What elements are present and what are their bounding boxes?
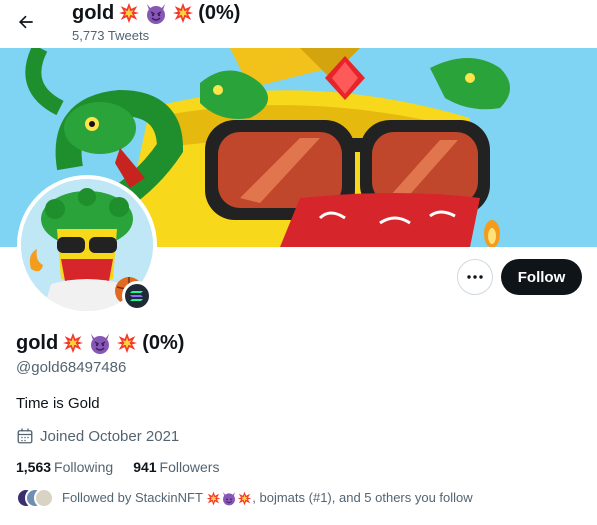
followed-by-text: Followed by StackinNFT , bojmats (#1), a…	[62, 490, 473, 507]
profile-name: gold (0%)	[16, 331, 184, 355]
following-label: Following	[54, 459, 114, 475]
more-options-button[interactable]	[457, 259, 493, 295]
joined-date: Joined October 2021	[16, 427, 179, 445]
collision-emoji-icon	[206, 491, 221, 506]
collision-emoji-icon	[63, 332, 84, 354]
followed-by-row[interactable]: Followed by StackinNFT , bojmats (#1), a…	[16, 488, 473, 508]
followers-label: Followers	[159, 459, 220, 475]
smiling-devil-emoji-icon	[147, 4, 166, 24]
profile-bio: Time is Gold	[16, 395, 100, 412]
smiling-devil-emoji-icon	[91, 334, 110, 354]
follower-avatars	[16, 488, 54, 508]
follower-avatar	[34, 488, 54, 508]
follow-stats: 1,563 Following 941 Followers	[16, 459, 219, 475]
top-bar: gold (0%) 5,773 Tweets	[0, 0, 597, 48]
smiling-devil-emoji-icon	[223, 492, 236, 506]
header-name: gold	[72, 1, 115, 24]
followed-by-prefix: Followed by StackinNFT	[62, 489, 203, 505]
back-button[interactable]	[8, 4, 44, 40]
calendar-icon	[17, 428, 33, 444]
collision-emoji-icon	[173, 2, 194, 24]
following-link[interactable]: 1,563 Following	[16, 459, 113, 475]
profile-name-text: gold	[16, 331, 59, 354]
header-name-suffix: (0%)	[198, 1, 241, 24]
profile-handle: @gold68497486	[16, 359, 127, 376]
follow-button[interactable]: Follow	[501, 259, 582, 295]
solana-badge-icon	[122, 281, 152, 311]
followed-by-suffix: , bojmats (#1), and 5 others you follow	[252, 489, 473, 505]
back-arrow-icon	[18, 15, 33, 29]
collision-emoji-icon	[117, 332, 138, 354]
joined-text: Joined October 2021	[40, 427, 180, 445]
following-count: 1,563	[16, 459, 52, 475]
followers-link[interactable]: 941 Followers	[133, 459, 219, 475]
tweet-count: 5,773 Tweets	[72, 28, 150, 43]
collision-emoji-icon	[119, 2, 140, 24]
more-dots-icon	[467, 275, 483, 279]
collision-emoji-icon	[237, 491, 252, 506]
followers-count: 941	[133, 459, 157, 475]
profile-name-suffix: (0%)	[142, 331, 185, 354]
header-title: gold (0%)	[72, 1, 240, 25]
